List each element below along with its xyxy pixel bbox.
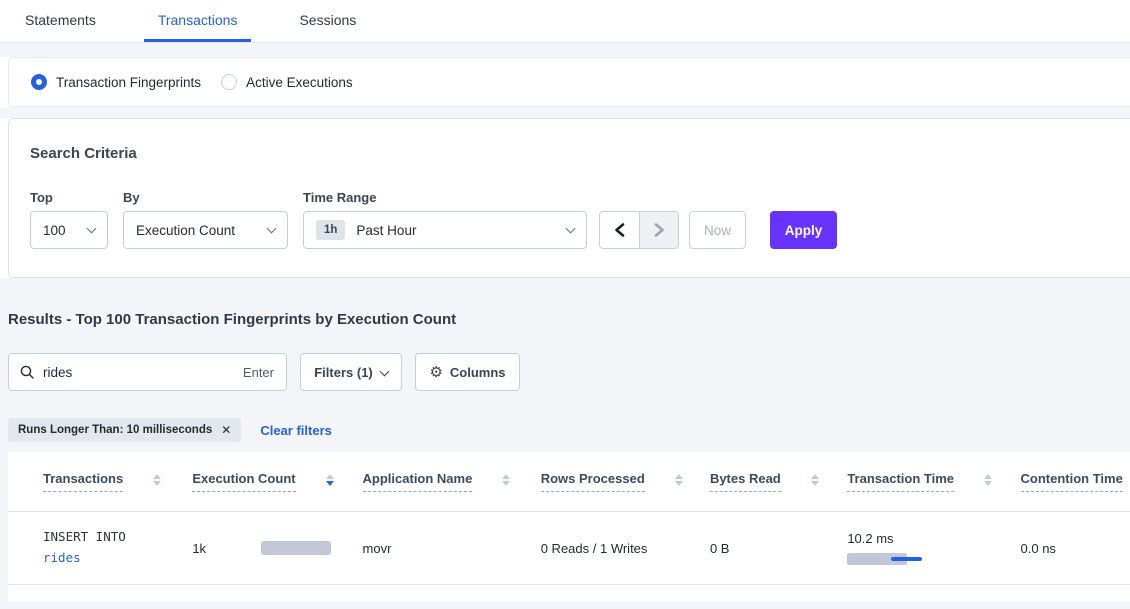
clear-filters-link[interactable]: Clear filters [260,423,332,438]
table-header-row: Transactions Execution Count Application… [8,452,1130,512]
transactions-table: Transactions Execution Count Application… [8,452,1130,602]
statement-link[interactable]: rides [43,548,192,569]
columns-button[interactable]: ⚙ Columns [415,353,520,391]
spacer-band [0,107,1130,118]
column-header-execution-count: Execution Count [192,471,362,492]
radio-active-executions[interactable]: Active Executions [221,74,353,90]
tab-transactions[interactable]: Transactions [144,0,252,42]
spacer-band [0,43,1130,57]
transaction-time-bar [847,553,927,565]
radio-label: Transaction Fingerprints [56,75,201,90]
top-select[interactable]: 100 [30,211,108,249]
transaction-fingerprint-cell: INSERT INTO rides [43,527,192,568]
column-header-transaction-time: Transaction Time [847,471,1020,492]
radio-selected-icon[interactable] [31,74,47,90]
bytes-read-cell: 0 B [710,541,847,556]
columns-button-label: Columns [450,365,506,380]
application-name-cell: movr [363,541,541,556]
sort-icon[interactable] [153,474,161,486]
search-criteria-title: Search Criteria [30,145,1130,162]
results-title: Results - Top 100 Transaction Fingerprin… [0,278,1130,328]
by-label: By [123,190,288,205]
chevron-down-icon [267,223,277,233]
radio-transaction-fingerprints[interactable]: Transaction Fingerprints [31,74,201,90]
time-range-badge: 1h [316,220,345,240]
rows-processed-cell: 0 Reads / 1 Writes [541,541,710,556]
column-header-rows-processed: Rows Processed [541,471,710,492]
chevron-left-icon [614,223,625,237]
time-range-stepper [599,211,679,249]
radio-unselected-icon[interactable] [221,74,237,90]
column-header-bytes-read: Bytes Read [710,471,847,492]
gear-icon: ⚙ [429,365,442,380]
transaction-time-cell: 10.2 ms [847,531,1020,565]
next-time-range-button[interactable] [639,212,678,248]
by-select-value: Execution Count [136,223,235,238]
close-icon[interactable]: ✕ [221,423,231,437]
top-label: Top [30,190,108,205]
enter-hint: Enter [243,365,274,380]
filters-button-label: Filters (1) [314,365,373,380]
chevron-down-icon [87,223,97,233]
search-box: Enter [8,353,287,391]
sort-icon[interactable] [984,474,992,486]
time-range-select[interactable]: 1h Past Hour [303,211,587,249]
column-header-transactions: Transactions [43,471,192,492]
transaction-time-value: 10.2 ms [847,531,1020,546]
column-header-application-name: Application Name [363,471,541,492]
now-button[interactable]: Now [689,211,746,249]
execution-count-bar [261,541,331,555]
time-range-value: Past Hour [356,223,416,238]
filter-chip-label: Runs Longer Than: 10 milliseconds [18,424,212,436]
search-input[interactable] [43,365,243,380]
tab-statements[interactable]: Statements [11,0,110,42]
statement-text: INSERT INTO [43,527,192,548]
view-mode-panel: Transaction Fingerprints Active Executio… [8,57,1130,107]
apply-button[interactable]: Apply [770,211,837,249]
execution-count-value: 1k [192,541,206,556]
radio-label: Active Executions [246,75,353,90]
sort-desc-icon[interactable] [326,474,334,486]
contention-time-cell: 0.0 ns [1021,541,1130,556]
execution-count-cell: 1k [192,541,362,556]
sort-icon[interactable] [675,474,683,486]
results-section: Results - Top 100 Transaction Fingerprin… [0,278,1130,609]
tab-sessions[interactable]: Sessions [285,0,370,42]
sort-icon[interactable] [811,474,819,486]
chevron-down-icon [566,223,576,233]
chevron-right-icon [654,223,665,237]
previous-time-range-button[interactable] [600,212,639,248]
sort-icon[interactable] [502,474,510,486]
search-icon [20,365,34,379]
filters-button[interactable]: Filters (1) [300,353,402,391]
active-filter-chip: Runs Longer Than: 10 milliseconds ✕ [8,418,241,442]
table-row[interactable]: INSERT INTO rides 1k movr 0 Reads / 1 Wr… [8,512,1130,585]
top-select-value: 100 [43,223,66,238]
by-select[interactable]: Execution Count [123,211,288,249]
time-range-label: Time Range [303,190,587,205]
chevron-down-icon [379,366,389,376]
page-tabs: Statements Transactions Sessions [0,0,1130,43]
search-criteria-card: Search Criteria Top 100 By Execution Cou… [8,118,1130,278]
column-header-contention-time: Contention Time [1021,471,1130,492]
